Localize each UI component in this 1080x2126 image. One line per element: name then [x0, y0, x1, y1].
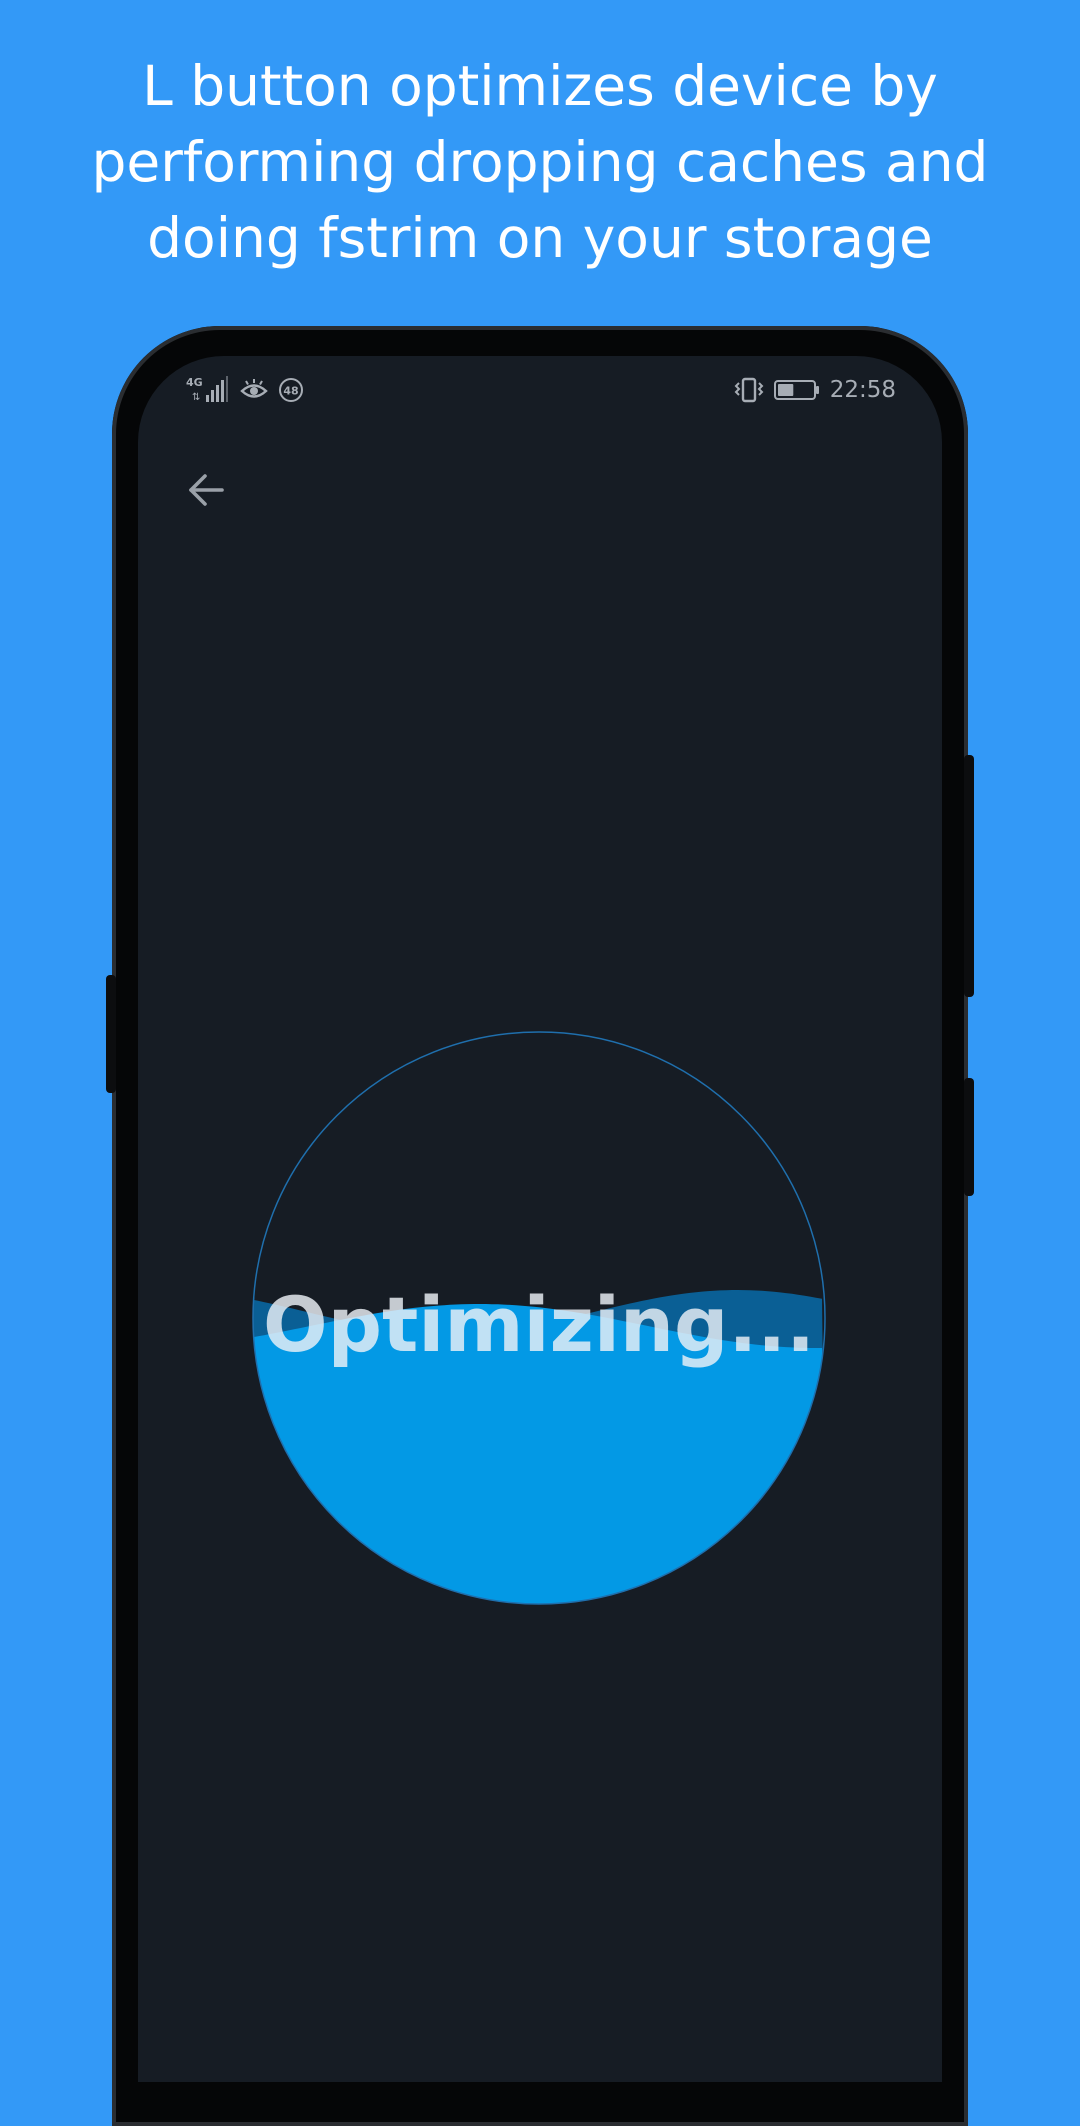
optimizing-label: Optimizing...	[262, 1279, 816, 1369]
status-time: 22:58	[829, 377, 896, 403]
battery-level	[777, 384, 794, 396]
notification-count: 48	[283, 385, 298, 398]
network-type-label: 4G	[186, 376, 203, 389]
headline-line-2: performing dropping caches and	[91, 130, 989, 194]
headline-line-3: doing fstrim on your storage	[147, 206, 933, 270]
phone-screen: 4G ⇅ 48 22:58 Optimizing...	[138, 356, 942, 2082]
phone-volume-button	[106, 975, 116, 1093]
phone-side-button	[964, 1078, 974, 1196]
headline-line-1: L button optimizes device by	[142, 54, 938, 118]
phone-power-button	[964, 755, 974, 997]
notification-count-icon: 48	[279, 378, 303, 402]
eye-comfort-icon	[240, 379, 268, 398]
svg-text:⇅: ⇅	[192, 392, 200, 403]
arrow-left-icon	[189, 474, 224, 506]
battery-icon	[773, 380, 819, 400]
status-bar-left: 4G ⇅ 48	[186, 374, 304, 406]
promo-headline: L button optimizes device by performing …	[40, 48, 1040, 276]
optimize-progress-indicator: Optimizing...	[252, 1031, 826, 1605]
vibrate-icon	[734, 377, 764, 403]
status-bar-right: 22:58	[734, 374, 896, 406]
signal-icon: 4G ⇅	[186, 376, 228, 403]
back-button[interactable]	[174, 458, 238, 522]
